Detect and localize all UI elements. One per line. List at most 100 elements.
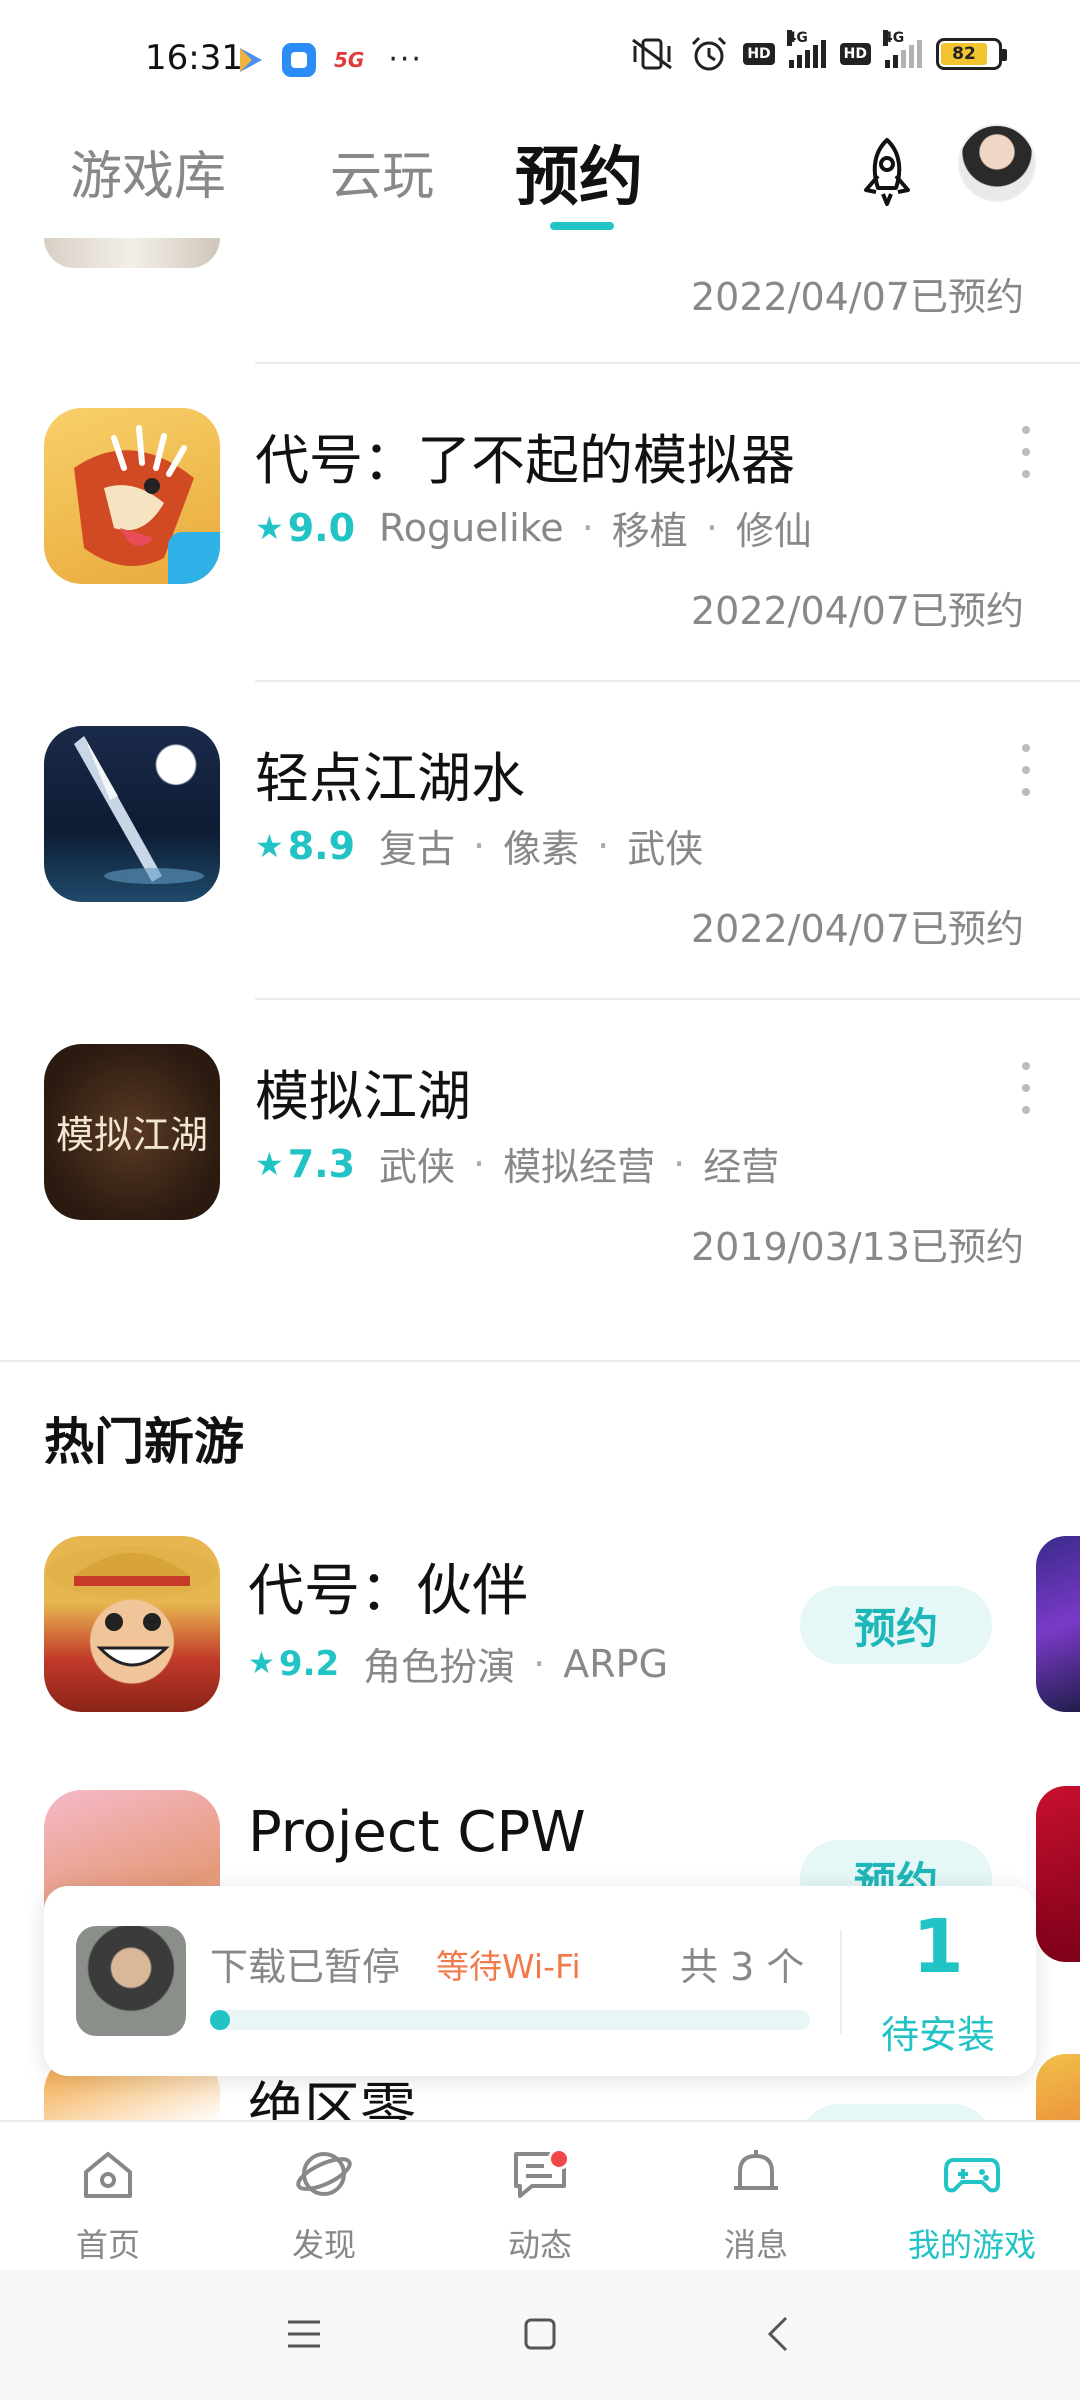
sword-icon (74, 736, 204, 884)
nav-feed[interactable]: 动态 (432, 2122, 648, 2272)
pending-install-count[interactable]: 1 (840, 1904, 1036, 1990)
menu-icon[interactable] (284, 2314, 324, 2354)
game-score: 7.3 (287, 1141, 356, 1186)
game-tag: 修仙 (735, 509, 812, 553)
nav-my-games[interactable]: 我的游戏 (864, 2122, 1080, 2272)
tag-separator: · (673, 1141, 686, 1186)
game-meta: ★ 9.2 角色扮演 · ARPG (248, 1636, 668, 1691)
nav-messages[interactable]: 消息 (648, 2122, 864, 2272)
reserve-date: 2019/03/13已预约 (690, 1225, 1024, 1269)
reserved-game-row[interactable]: 代号：了不起的模拟器 ★ 9.0 Roguelike · 移植 · 修仙 202… (0, 408, 1080, 708)
nav-label: 我的游戏 (907, 2226, 1036, 2264)
tag-separator: · (473, 1141, 486, 1186)
more-options-icon[interactable] (1018, 1062, 1034, 1114)
game-title[interactable]: 代号：了不起的模拟器 (255, 416, 795, 495)
battery-level: 82 (941, 43, 987, 65)
5g-icon: 5G (334, 47, 365, 72)
hd-icon: HD (839, 43, 871, 65)
sword-game-icon[interactable] (44, 726, 220, 902)
status-bar: 16:31 5G ··· HD 4G HD 4G 82 (0, 0, 1080, 118)
hot-game-row[interactable]: 代号：伙伴 ★ 9.2 角色扮演 · ARPG 预约 (0, 1536, 1080, 1776)
download-status: 下载已暂停 (210, 1945, 401, 1989)
game-title[interactable]: 轻点江湖水 (255, 734, 525, 813)
status-time: 16:31 (145, 38, 243, 78)
nav-home[interactable]: 首页 (0, 2122, 216, 2272)
luffy-game-icon[interactable] (44, 1536, 220, 1712)
pending-install-label[interactable]: 待安装 (840, 2004, 1036, 2059)
game-meta: ★ 7.3 武侠 · 模拟经营 · 经营 (255, 1136, 779, 1191)
reserve-date: 2022/04/07已预约 (690, 275, 1024, 319)
top-tab-bar: 游戏库 云玩 预约 (0, 118, 1080, 238)
user-avatar[interactable] (958, 124, 1036, 202)
home-icon (84, 2152, 132, 2198)
status-right-icons: HD 4G HD 4G 82 (629, 30, 1007, 72)
game-title[interactable]: 模拟江湖 (255, 1052, 471, 1131)
game-tag: 模拟经营 (503, 1145, 656, 1189)
vibrate-mute-icon (632, 38, 673, 70)
nav-label: 首页 (75, 2226, 140, 2264)
more-options-icon[interactable] (1018, 426, 1034, 478)
game-score: 9.2 (278, 1643, 340, 1684)
next-game-peek[interactable] (1036, 1786, 1080, 1962)
game-icon-partial[interactable] (44, 238, 220, 268)
tag-separator: · (597, 823, 610, 868)
home-square-icon[interactable] (520, 2314, 560, 2354)
nav-label: 消息 (723, 2226, 788, 2264)
game-meta: ★ 8.9 复古 · 像素 · 武侠 (255, 818, 703, 873)
tab-cloud-play[interactable]: 云玩 (330, 134, 434, 209)
play-store-icon (240, 47, 262, 72)
download-progress-bar (210, 2010, 810, 2030)
bell-icon (734, 2150, 778, 2190)
more-options-icon[interactable] (1018, 744, 1034, 796)
calligraphy-logo-icon: 模拟江湖 (56, 1113, 208, 1157)
tab-reservation[interactable]: 预约 (515, 126, 643, 218)
notification-badge (548, 2148, 570, 2170)
character-face-icon (46, 1546, 218, 1667)
alarm-icon (692, 36, 727, 71)
game-title[interactable]: Project CPW (248, 1800, 586, 1865)
game-title[interactable]: 代号：伙伴 (248, 1546, 528, 1627)
game-meta: ★ 9.0 Roguelike · 移植 · 修仙 (255, 500, 812, 555)
game-tag: 移植 (611, 509, 688, 553)
tag-separator: · (533, 1641, 546, 1686)
tab-game-library[interactable]: 游戏库 (70, 134, 226, 209)
back-icon[interactable] (760, 2314, 800, 2354)
tag-separator: · (581, 505, 594, 550)
discover-icon (296, 2152, 352, 2196)
app-notification-icon (282, 42, 316, 77)
download-game-thumbnail (76, 1926, 186, 2036)
section-divider (0, 1360, 1080, 1362)
rocket-icon[interactable] (852, 136, 922, 210)
download-progress-handle (210, 2010, 230, 2030)
download-count: 共 3 个 (680, 1945, 805, 1989)
section-title: 热门新游 (44, 1413, 244, 1471)
game-tag: Roguelike (379, 505, 564, 550)
game-tag: 武侠 (627, 827, 704, 871)
nav-label: 动态 (507, 2226, 572, 2264)
reserved-game-row[interactable]: 模拟江湖 模拟江湖 ★ 7.3 武侠 · 模拟经营 · 经营 2019/03/1… (0, 1044, 1080, 1344)
active-tab-indicator (550, 222, 614, 230)
divider (255, 362, 1080, 364)
game-tag: 复古 (379, 827, 456, 871)
download-banner[interactable]: 下载已暂停 等待Wi-Fi 共 3 个 1 待安装 (44, 1886, 1036, 2076)
jianghu-game-icon[interactable]: 模拟江湖 (44, 1044, 220, 1220)
star-icon: ★ (255, 508, 284, 547)
bottom-navigation: 首页 发现 动态 消息 我的游戏 (0, 2120, 1080, 2270)
hd-icon: HD (743, 43, 775, 65)
nav-label: 发现 (291, 2226, 356, 2264)
star-icon: ★ (255, 826, 284, 865)
system-navigation-bar (0, 2270, 1080, 2400)
signal-icon: 4G (786, 30, 826, 68)
next-game-peek[interactable] (1036, 1536, 1080, 1712)
reserve-date: 2022/04/07已预约 (690, 907, 1024, 951)
star-icon: ★ (255, 1144, 284, 1183)
game-tag: ARPG (563, 1641, 669, 1686)
reserved-game-row[interactable]: 轻点江湖水 ★ 8.9 复古 · 像素 · 武侠 2022/04/07已预约 (0, 726, 1080, 1026)
game-score: 9.0 (287, 505, 356, 550)
game-tag: 角色扮演 (363, 1645, 516, 1689)
nav-discover[interactable]: 发现 (216, 2122, 432, 2272)
svg-text:模拟江湖: 模拟江湖 (56, 1113, 208, 1157)
tag-separator: · (705, 505, 718, 550)
reserve-button[interactable]: 预约 (800, 1586, 992, 1664)
fox-game-icon[interactable] (44, 408, 220, 584)
